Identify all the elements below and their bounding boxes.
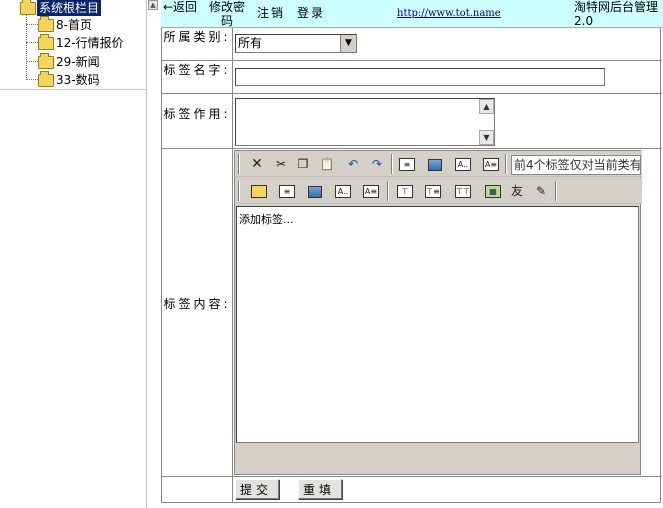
tag-name-input[interactable]: [235, 68, 605, 86]
toolbar-separator: [387, 181, 389, 201]
scroll-up-arrow-icon[interactable]: ▲: [148, 0, 158, 10]
cut-icon[interactable]: ✂: [271, 154, 291, 174]
back-link[interactable]: ←返回: [163, 0, 197, 14]
insert-tag-list-icon[interactable]: ⊤≡: [423, 181, 443, 201]
category-select-value: 所有: [238, 36, 263, 50]
editor-toolbar-2: ≡ A.. A≡ ⊤ ⊤≡ ⊤⊤ ▦ 友 ✎: [235, 178, 642, 204]
top-header: ←返回 修改密码 注销 登录 http://www.tot.name 淘特网后台…: [161, 0, 663, 28]
tree-item-label: 12-行情报价: [56, 36, 124, 50]
logout-link[interactable]: 注销: [257, 6, 285, 20]
reset-button[interactable]: 重填: [298, 479, 342, 499]
submit-button[interactable]: 提交: [235, 479, 279, 499]
tree-connector: [26, 61, 38, 62]
category-label: 所属类别:: [163, 30, 231, 44]
frame-separator: [146, 0, 160, 508]
folder-icon: [38, 34, 54, 50]
delete-icon[interactable]: ✕: [247, 154, 267, 174]
toolbar-separator: [555, 181, 557, 201]
tree-item-label: 8-首页: [56, 18, 92, 32]
insert-layer-icon[interactable]: [249, 181, 269, 201]
change-password-link[interactable]: 修改密码: [204, 0, 250, 28]
folder-icon: [38, 71, 54, 87]
insert-tag-icon[interactable]: ⊤: [395, 181, 415, 201]
scroll-up-icon[interactable]: ▲: [479, 99, 494, 114]
tree-root-label: 系统根栏目: [37, 0, 102, 16]
tag-purpose-textarea[interactable]: ▲ ▼: [235, 98, 495, 146]
text-field-icon[interactable]: A..: [453, 154, 473, 174]
copy-icon[interactable]: ❐: [293, 154, 313, 174]
name-label: 标签名字:: [163, 63, 231, 77]
tag-form: 所属类别: 标签名字: 标签作用: 标签内容: 所有 ▼ ▲ ▼ ✕ ✂ ❐ 📋…: [161, 28, 662, 503]
row-divider: [162, 93, 662, 94]
insert-pair-icon[interactable]: ⊤⊤: [453, 181, 473, 201]
site-url-link[interactable]: http://www.tot.name: [397, 7, 501, 21]
text-field-icon[interactable]: A..: [333, 181, 353, 201]
horizontal-rule-icon[interactable]: ≡: [397, 154, 417, 174]
toolbar-separator: [238, 154, 240, 174]
insert-image-icon[interactable]: [305, 181, 325, 201]
content-label: 标签内容:: [163, 297, 231, 311]
open-folder-icon: [20, 0, 36, 15]
column-divider: [232, 28, 233, 503]
textarea-icon[interactable]: A≡: [481, 154, 501, 174]
friend-link-button[interactable]: 友: [507, 181, 527, 201]
login-link[interactable]: 登录: [297, 6, 325, 20]
chevron-down-icon[interactable]: ▼: [340, 35, 356, 52]
folder-icon: [38, 53, 54, 69]
row-divider: [162, 476, 662, 477]
redo-icon[interactable]: ↷: [367, 154, 387, 174]
rich-text-editor: ✕ ✂ ❐ 📋 ↶ ↷ ≡ A.. A≡ 前4个标签仅对当前类有 ≡ A.. A…: [234, 150, 642, 475]
tree-connector: [26, 42, 38, 43]
scroll-down-icon[interactable]: ▼: [479, 130, 494, 145]
category-tree: 系统根栏目 8-首页 12-行情报价 29-新闻 33-数码: [0, 0, 146, 90]
row-divider: [162, 148, 662, 149]
editor-content-area[interactable]: 添加标签...: [236, 206, 639, 443]
purpose-label: 标签作用:: [163, 107, 231, 121]
editor-toolbar-1: ✕ ✂ ❐ 📋 ↶ ↷ ≡ A.. A≡ 前4个标签仅对当前类有: [235, 151, 642, 177]
toolbar-separator: [505, 154, 507, 174]
undo-icon[interactable]: ↶: [343, 154, 363, 174]
toolbar-separator: [238, 181, 240, 201]
horizontal-rule-icon[interactable]: ≡: [277, 181, 297, 201]
toolbar-hint-text: 前4个标签仅对当前类有: [511, 155, 641, 175]
insert-image-icon[interactable]: [425, 154, 445, 174]
category-select[interactable]: 所有 ▼: [235, 34, 357, 53]
folder-icon: [38, 16, 54, 32]
row-divider: [162, 60, 662, 61]
tree-item-label: 29-新闻: [56, 55, 100, 69]
paste-icon[interactable]: 📋: [317, 154, 337, 174]
tree-item-label: 33-数码: [56, 73, 100, 87]
grid-icon[interactable]: ▦: [483, 181, 503, 201]
tree-connector: [26, 24, 38, 25]
toolbar-separator: [391, 154, 393, 174]
admin-title: 淘特网后台管理2.0: [574, 0, 659, 28]
tree-connector: [26, 79, 38, 80]
textarea-icon[interactable]: A≡: [361, 181, 381, 201]
code-icon[interactable]: ✎: [531, 181, 551, 201]
